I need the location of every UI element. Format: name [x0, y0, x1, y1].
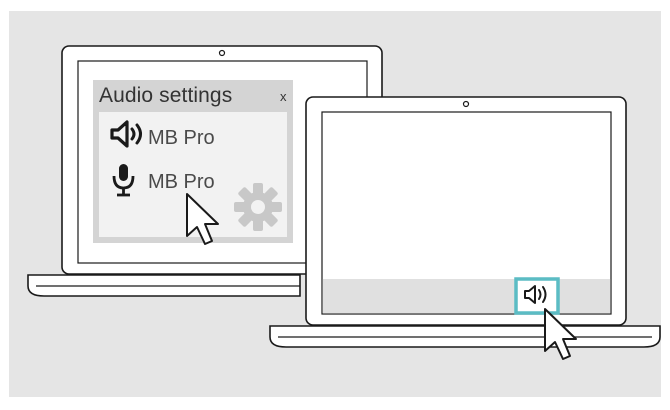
taskbar-cursor-arrow-icon [544, 308, 577, 360]
illustration: Audio settings x MB Pro MB Pro [0, 0, 670, 410]
